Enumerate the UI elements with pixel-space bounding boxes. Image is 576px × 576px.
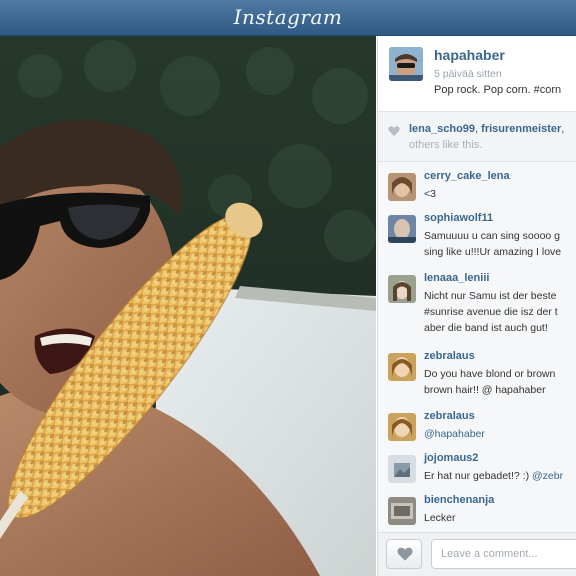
comment-line: Er hat nur gebadet!? :): [424, 470, 532, 482]
commenter-avatar[interactable]: [388, 353, 416, 381]
comment-line: sing like u!!!Ur amazing I love: [424, 246, 562, 258]
commenter-avatar-image: [388, 275, 416, 303]
post-caption: Pop rock. Pop corn. #corn: [434, 84, 562, 96]
comment-line: aber die band ist auch gut!: [424, 322, 548, 334]
comment-text: @hapahaber: [424, 426, 485, 442]
comment-username[interactable]: zebralaus: [424, 410, 475, 422]
comment-line: brown hair!! @ hapahaber: [424, 384, 546, 396]
comment-item: zebralaus Do you have blond or brown bro…: [378, 350, 576, 396]
commenter-avatar[interactable]: [388, 497, 416, 525]
comment-composer: [378, 532, 576, 576]
comment-text: Samuuuu u can sing soooo g sing like u!!…: [424, 228, 561, 260]
comment-text: Nicht nur Samu ist der beste #sunrise av…: [424, 288, 558, 336]
comment-line: Samuuuu u can sing soooo g: [424, 230, 561, 242]
commenter-avatar[interactable]: [388, 275, 416, 303]
post-timestamp: 5 päivää sitten: [434, 68, 502, 80]
owner-username[interactable]: hapahaber: [434, 47, 505, 63]
comment-item: cerry_cake_lena <3: [378, 170, 576, 212]
owner-avatar[interactable]: [389, 47, 423, 81]
comment-text: <3: [424, 188, 436, 200]
comment-username[interactable]: zebralaus: [424, 350, 475, 362]
like-button[interactable]: [386, 539, 422, 569]
post-owner-header: hapahaber 5 päivää sitten Pop rock. Pop …: [378, 36, 576, 112]
commenter-avatar-image: [388, 413, 416, 441]
comment-item: lenaaa_leniii Nicht nur Samu ist der bes…: [378, 272, 576, 334]
comment-item: bienchenanja Lecker: [378, 494, 576, 536]
commenter-avatar[interactable]: [388, 413, 416, 441]
top-bar: Instagram: [0, 0, 576, 36]
comment-line: #sunrise avenue die isz der t: [424, 306, 558, 318]
likes-section: lena_scho99, frisurenmeister, others lik…: [378, 112, 576, 162]
post-details-panel: hapahaber 5 päivää sitten Pop rock. Pop …: [377, 36, 576, 576]
comment-input[interactable]: [431, 539, 576, 569]
commenter-avatar[interactable]: [388, 215, 416, 243]
comment-username[interactable]: cerry_cake_lena: [424, 170, 510, 182]
commenter-avatar-image: [388, 455, 416, 483]
commenter-avatar[interactable]: [388, 455, 416, 483]
heart-icon: [388, 126, 400, 136]
comment-mention[interactable]: @zebr: [532, 470, 563, 482]
liker-link[interactable]: lena_scho99: [409, 123, 475, 135]
comment-text: Do you have blond or brown brown hair!! …: [424, 366, 555, 398]
commenter-avatar-image: [388, 215, 416, 243]
liker-link[interactable]: frisurenmeister: [481, 123, 561, 135]
comment-username[interactable]: sophiawolf11: [424, 212, 493, 224]
comment-text: Lecker: [424, 512, 456, 524]
comment-item: zebralaus @hapahaber: [378, 410, 576, 452]
comment-line: Do you have blond or brown: [424, 368, 556, 380]
comment-username[interactable]: lenaaa_leniii: [424, 272, 489, 284]
commenter-avatar-image: [388, 173, 416, 201]
comment-text: Er hat nur gebadet!? :) @zebr: [424, 468, 563, 484]
owner-avatar-image: [389, 47, 423, 81]
commenter-avatar[interactable]: [388, 173, 416, 201]
heart-icon: [397, 547, 413, 561]
comment-line: Nicht nur Samu ist der beste: [424, 290, 557, 302]
app-logo[interactable]: Instagram: [0, 5, 576, 29]
comment-mention[interactable]: @hapahaber: [424, 428, 485, 440]
comment-item: sophiawolf11 Samuuuu u can sing soooo g …: [378, 212, 576, 258]
post-photo[interactable]: [0, 36, 376, 576]
commenter-avatar-image: [388, 353, 416, 381]
comment-username[interactable]: bienchenanja: [424, 494, 494, 506]
commenter-avatar-image: [388, 497, 416, 525]
likes-names: lena_scho99, frisurenmeister,: [409, 123, 565, 135]
comment-username[interactable]: jojomaus2: [424, 452, 478, 464]
photo-image: [0, 36, 376, 576]
likes-others-text: others like this.: [409, 139, 483, 151]
comment-item: jojomaus2 Er hat nur gebadet!? :) @zebr: [378, 452, 576, 494]
